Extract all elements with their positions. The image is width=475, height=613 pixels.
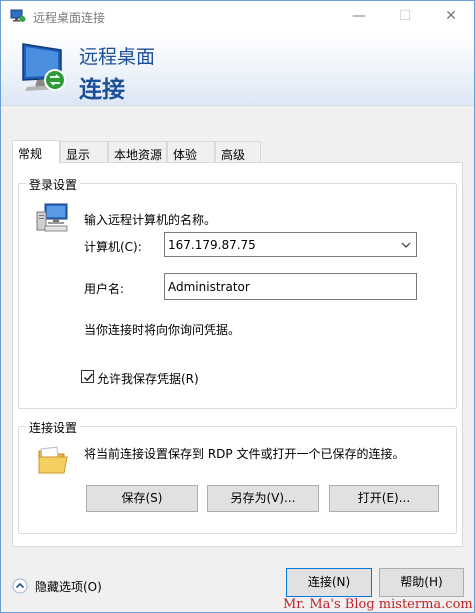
login-settings-group: 登录设置 输入远程计算机的名称。 计算机(C): 167.179.87.75 用… xyxy=(18,176,457,409)
computer-label: 计算机(C): xyxy=(84,240,142,254)
close-button[interactable]: ✕ xyxy=(428,1,474,32)
tab-advanced[interactable]: 高级 xyxy=(215,141,261,163)
chevron-down-icon[interactable] xyxy=(400,239,412,251)
computer-icon xyxy=(35,202,71,234)
tab-local-resources[interactable]: 本地资源 xyxy=(108,141,167,163)
username-value: Administrator xyxy=(168,280,250,294)
login-settings-label: 登录设置 xyxy=(26,176,81,193)
tab-display[interactable]: 显示 xyxy=(60,141,108,163)
computer-combobox[interactable]: 167.179.87.75 xyxy=(164,232,417,257)
save-button[interactable]: 保存(S) xyxy=(86,485,198,512)
maximize-button[interactable]: ☐ xyxy=(382,1,428,32)
save-as-button[interactable]: 另存为(V)... xyxy=(207,485,319,512)
folder-icon xyxy=(36,443,70,477)
connection-settings-group: 连接设置 将当前连接设置保存到 RDP 文件或打开一个已保存的连接。 保存(S)… xyxy=(18,419,457,534)
checkmark-icon xyxy=(83,373,94,382)
username-field[interactable]: Administrator xyxy=(164,273,417,300)
tab-experience[interactable]: 体验 xyxy=(167,141,215,163)
minimize-button[interactable]: — xyxy=(336,1,382,32)
computer-name-prompt: 输入远程计算机的名称。 xyxy=(84,213,217,227)
remote-desktop-window: 远程桌面连接 — ☐ ✕ 远程桌面 连接 常规 显示 本地资源 体验 高级 登录… xyxy=(0,0,475,613)
banner-title: 远程桌面 xyxy=(79,46,156,68)
username-label: 用户名: xyxy=(84,282,125,296)
watermark-text: Mr. Ma's Blog misterma.com xyxy=(283,597,473,612)
computer-value: 167.179.87.75 xyxy=(168,238,256,252)
credentials-note: 当你连接时将向你询问凭据。 xyxy=(84,323,241,337)
chevron-up-circle-icon[interactable] xyxy=(12,578,28,594)
save-credentials-label[interactable]: 允许我保存凭据(R) xyxy=(97,370,199,387)
help-button[interactable]: 帮助(H) xyxy=(379,568,464,597)
connect-button[interactable]: 连接(N) xyxy=(286,568,372,597)
connection-settings-label: 连接设置 xyxy=(26,419,81,436)
open-button[interactable]: 打开(E)... xyxy=(329,485,439,512)
save-credentials-checkbox[interactable] xyxy=(81,370,94,383)
banner: 远程桌面 连接 xyxy=(1,32,474,106)
remote-desktop-app-icon xyxy=(10,9,26,23)
connection-description: 将当前连接设置保存到 RDP 文件或打开一个已保存的连接。 xyxy=(84,447,405,461)
general-tab-panel: 登录设置 输入远程计算机的名称。 计算机(C): 167.179.87.75 用… xyxy=(12,162,463,547)
tab-general[interactable]: 常规 xyxy=(12,140,60,164)
remote-desktop-logo-icon xyxy=(17,40,71,96)
window-title: 远程桌面连接 xyxy=(33,11,106,25)
title-bar[interactable]: 远程桌面连接 — ☐ ✕ xyxy=(1,1,474,32)
hide-options-label[interactable]: 隐藏选项(O) xyxy=(35,578,102,595)
banner-subtitle: 连接 xyxy=(79,77,125,103)
